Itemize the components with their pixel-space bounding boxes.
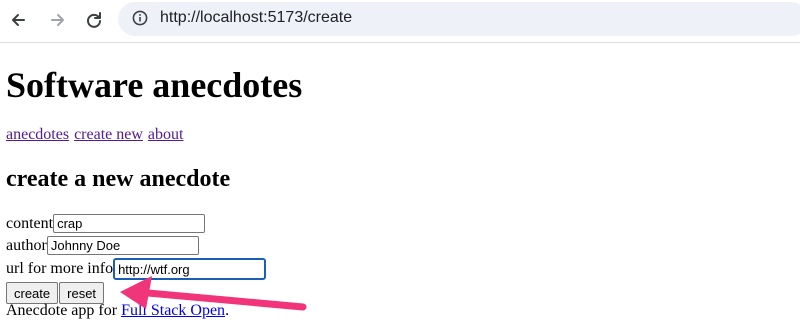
annotation-arrow-icon [120,276,307,311]
